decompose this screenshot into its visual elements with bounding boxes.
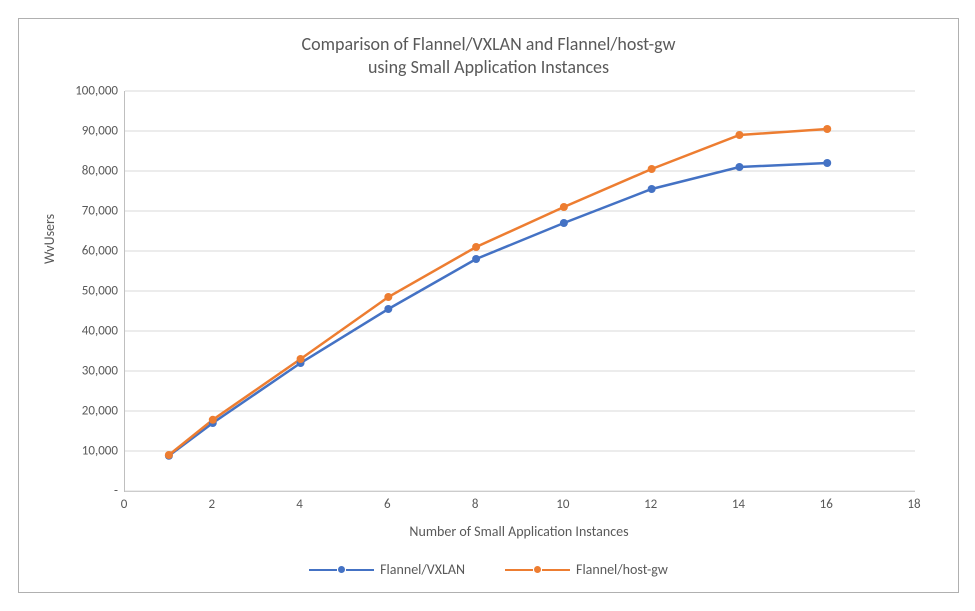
- chart-title-text: Comparison of Flannel/VXLAN and Flannel/…: [302, 33, 676, 78]
- x-tick-label: 16: [820, 497, 833, 512]
- plot-area: [124, 91, 915, 492]
- x-tick-label: 4: [296, 497, 303, 512]
- x-tick-label: 0: [121, 497, 128, 512]
- x-tick-label: 6: [384, 497, 391, 512]
- legend-item-vxlan: Flannel/VXLAN: [309, 561, 465, 578]
- legend-dot-icon: [534, 566, 541, 573]
- y-tick-label: 90,000: [58, 124, 118, 139]
- y-tick-label: 60,000: [58, 244, 118, 259]
- x-tick-label: 18: [907, 497, 920, 512]
- y-tick-label: 10,000: [58, 444, 118, 459]
- x-tick-label: 12: [644, 497, 657, 512]
- legend-line-icon: [505, 569, 533, 571]
- y-tick-label: 20,000: [58, 404, 118, 419]
- y-tick-label: 50,000: [58, 284, 118, 299]
- legend-line-icon: [346, 569, 374, 571]
- data-series: [125, 91, 915, 491]
- legend-dot-icon: [338, 566, 345, 573]
- legend: Flannel/VXLAN Flannel/host-gw: [19, 561, 958, 578]
- y-axis-label: WvUsers: [41, 214, 58, 264]
- x-tick-label: 2: [208, 497, 215, 512]
- chart-frame: Comparison of Flannel/VXLAN and Flannel/…: [18, 18, 959, 593]
- x-tick-label: 8: [472, 497, 479, 512]
- x-tick-label: 10: [556, 497, 569, 512]
- legend-item-hostgw: Flannel/host-gw: [505, 561, 668, 578]
- x-tick-label: 14: [732, 497, 745, 512]
- legend-line-icon: [542, 569, 570, 571]
- chart-title: Comparison of Flannel/VXLAN and Flannel/…: [19, 33, 958, 80]
- y-tick-label: 70,000: [58, 204, 118, 219]
- y-tick-label: 30,000: [58, 364, 118, 379]
- y-tick-label: 80,000: [58, 164, 118, 179]
- legend-line-icon: [309, 569, 337, 571]
- legend-label: Flannel/VXLAN: [380, 561, 465, 578]
- x-axis-label: Number of Small Application Instances: [124, 523, 914, 540]
- y-tick-label: -: [58, 484, 118, 499]
- y-tick-label: 100,000: [58, 84, 118, 99]
- legend-label: Flannel/host-gw: [576, 561, 668, 578]
- y-tick-label: 40,000: [58, 324, 118, 339]
